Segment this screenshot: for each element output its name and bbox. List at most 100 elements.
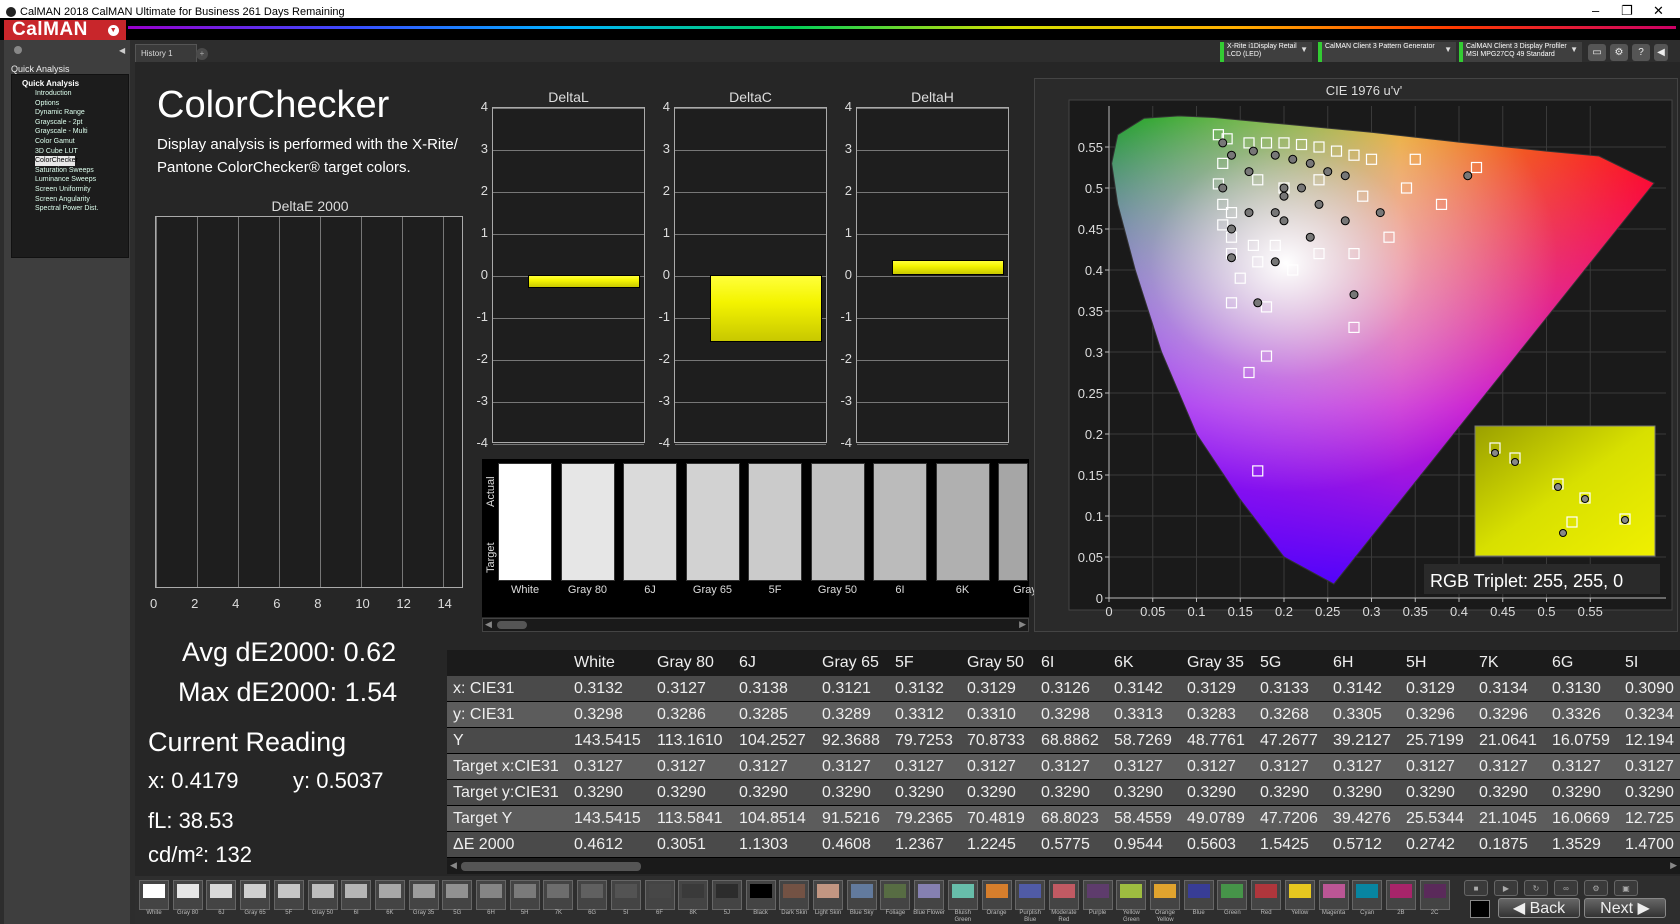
- add-tab-icon[interactable]: +: [196, 48, 208, 60]
- back-button[interactable]: ◀ Back: [1498, 898, 1580, 918]
- bottom-swatch[interactable]: [206, 880, 237, 910]
- continuous-icon[interactable]: ∞: [1554, 880, 1578, 896]
- bottom-swatch[interactable]: [711, 880, 742, 910]
- sidebar-item[interactable]: Introduction: [22, 89, 128, 99]
- bottom-swatch[interactable]: [779, 880, 810, 910]
- bottom-swatch[interactable]: [1082, 880, 1113, 910]
- sidebar-item[interactable]: Luminance Sweeps: [22, 175, 128, 185]
- table-scrollbar[interactable]: ◀ ▶: [447, 860, 1680, 874]
- brand-bar: CalMAN ▼: [0, 18, 1680, 40]
- lock-icon[interactable]: ▣: [1614, 880, 1638, 896]
- bottom-swatch[interactable]: [240, 880, 271, 910]
- help-icon[interactable]: ?: [1632, 44, 1650, 61]
- y-tick-label: -1: [840, 309, 852, 324]
- deltae-chart-title: DeltaE 2000: [271, 198, 349, 214]
- bottom-swatch[interactable]: [914, 880, 945, 910]
- calman-logo[interactable]: CalMAN ▼: [4, 20, 126, 40]
- close-button[interactable]: ✕: [1653, 3, 1664, 19]
- bottom-swatch[interactable]: [1048, 880, 1079, 910]
- sidebar-item[interactable]: Spectral Power Dist.: [22, 204, 128, 214]
- scroll-right-icon[interactable]: ▶: [1670, 860, 1677, 871]
- sidebar-item[interactable]: Screen Angularity: [22, 195, 128, 205]
- bottom-swatch[interactable]: [1352, 880, 1383, 910]
- sidebar-item[interactable]: Saturation Sweeps: [22, 166, 128, 176]
- bottom-swatch[interactable]: [981, 880, 1012, 910]
- scroll-thumb[interactable]: [497, 621, 527, 629]
- bottom-swatch[interactable]: [476, 880, 506, 910]
- current-reading-title: Current Reading: [148, 727, 347, 757]
- bottom-swatch[interactable]: [1217, 880, 1248, 910]
- swatch-color: [1389, 884, 1412, 898]
- bottom-swatch[interactable]: [1116, 880, 1147, 910]
- bottom-swatch[interactable]: [947, 880, 978, 910]
- scroll-thumb[interactable]: [461, 862, 641, 871]
- loop-icon[interactable]: ↻: [1524, 880, 1548, 896]
- pin-icon[interactable]: [14, 46, 22, 54]
- sidebar-item[interactable]: Grayscale - Multi: [22, 127, 128, 137]
- display-selector[interactable]: CalMAN Client 3 Display Profiler MSI MPG…: [1459, 42, 1582, 62]
- sidebar-item[interactable]: ColorChecker: [35, 156, 78, 166]
- bottom-swatch[interactable]: [273, 880, 304, 910]
- collapse-panel-icon[interactable]: ◀: [1654, 44, 1668, 61]
- settings-icon[interactable]: ⚙: [1584, 880, 1608, 896]
- delta-chart-title: DeltaC: [729, 89, 772, 105]
- actual-marker: [1554, 483, 1562, 491]
- restore-button[interactable]: ❐: [1621, 3, 1633, 19]
- bottom-swatch[interactable]: [610, 880, 641, 910]
- sidebar-item[interactable]: Options: [22, 99, 128, 109]
- swatch-color: [1255, 884, 1278, 898]
- bottom-swatch[interactable]: [745, 880, 776, 910]
- bottom-swatch[interactable]: [1150, 880, 1180, 910]
- bottom-swatch[interactable]: [1284, 880, 1315, 910]
- read-icon[interactable]: ▶: [1494, 880, 1518, 896]
- scroll-right-icon[interactable]: ▶: [1019, 619, 1026, 630]
- pattern-generator-selector[interactable]: CalMAN Client 3 Pattern Generator ▼: [1318, 42, 1456, 62]
- stop-measure-button[interactable]: [1470, 900, 1490, 918]
- bottom-swatch[interactable]: [307, 880, 338, 910]
- scroll-left-icon[interactable]: ◀: [450, 860, 457, 871]
- table-cell: 92.3688: [822, 732, 880, 749]
- x-tick-label: 0.4: [1450, 604, 1468, 619]
- chevron-down-icon: ▼: [1444, 45, 1452, 54]
- meter-selector[interactable]: X-Rite i1Display Retail LCD (LED) ▼: [1220, 42, 1312, 62]
- bottom-swatch[interactable]: [374, 880, 405, 910]
- bottom-swatch[interactable]: [1183, 880, 1214, 910]
- bottom-swatch[interactable]: [408, 880, 439, 910]
- sidebar-item[interactable]: Color Gamut: [22, 137, 128, 147]
- tab-history[interactable]: History 1 +: [135, 44, 208, 62]
- sidebar-item[interactable]: Grayscale - 2pt: [22, 118, 128, 128]
- bottom-swatch[interactable]: [172, 880, 203, 910]
- bottom-swatch[interactable]: [509, 880, 540, 910]
- tree-group[interactable]: Quick Analysis: [22, 79, 128, 88]
- bottom-swatch[interactable]: [442, 880, 473, 910]
- scroll-left-icon[interactable]: ◀: [485, 619, 492, 630]
- column-header: 5H: [1406, 654, 1427, 671]
- bottom-swatch[interactable]: [846, 880, 877, 910]
- bottom-swatch[interactable]: [139, 880, 169, 910]
- monitor-icon[interactable]: ▭: [1588, 44, 1606, 61]
- next-button[interactable]: Next ▶: [1584, 898, 1666, 918]
- bottom-swatch[interactable]: [1318, 880, 1349, 910]
- collapse-icon[interactable]: ◀: [119, 46, 125, 55]
- table-cell: 48.7761: [1187, 732, 1245, 749]
- bottom-swatch[interactable]: [1251, 880, 1282, 910]
- bottom-swatch[interactable]: [880, 880, 911, 910]
- bottom-swatch[interactable]: [644, 880, 675, 910]
- bottom-swatch[interactable]: [543, 880, 574, 910]
- bottom-swatch[interactable]: [813, 880, 843, 910]
- sidebar-item[interactable]: 3D Cube LUT: [22, 147, 128, 157]
- table-cell: 1.2367: [895, 836, 944, 853]
- sidebar-item[interactable]: Screen Uniformity: [22, 185, 128, 195]
- bottom-swatch[interactable]: [1419, 880, 1450, 910]
- stop-icon[interactable]: ■: [1464, 880, 1488, 896]
- bottom-swatch[interactable]: [577, 880, 608, 910]
- bottom-swatch[interactable]: [1015, 880, 1046, 910]
- sidebar-item[interactable]: Dynamic Range: [22, 108, 128, 118]
- swatch-scrollbar[interactable]: ◀ ▶: [482, 618, 1029, 632]
- bottom-swatch-label: 5G: [453, 910, 462, 916]
- gear-icon[interactable]: ⚙: [1610, 44, 1628, 61]
- minimize-button[interactable]: –: [1592, 3, 1599, 18]
- bottom-swatch[interactable]: [678, 880, 709, 910]
- bottom-swatch[interactable]: [341, 880, 372, 910]
- bottom-swatch[interactable]: [1385, 880, 1416, 910]
